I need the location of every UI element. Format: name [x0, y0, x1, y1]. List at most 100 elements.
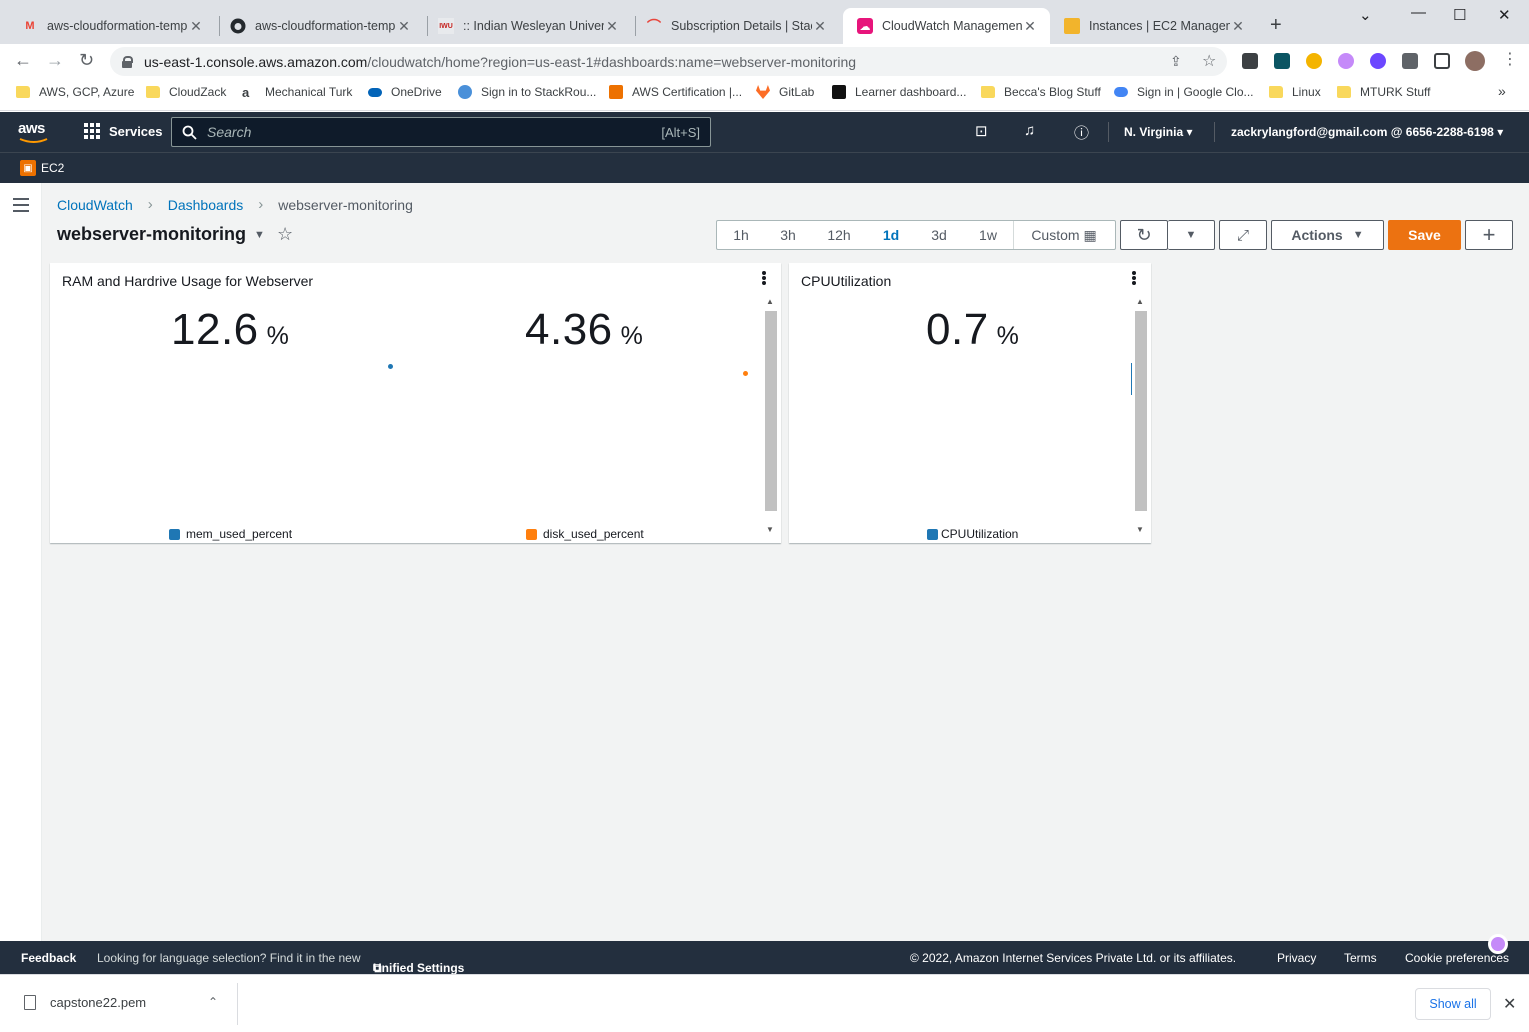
browser-tab-stackroute[interactable]: ⌒ Subscription Details | Stack ✕ [632, 8, 840, 44]
close-downloads-icon[interactable]: ✕ [1503, 994, 1516, 1014]
favorite-star-icon[interactable]: ☆ [277, 224, 293, 245]
reading-list-icon[interactable] [1434, 53, 1450, 69]
time-range-12h[interactable]: 12h [811, 227, 867, 243]
dashboard-switcher-caret-icon[interactable]: ▼ [254, 229, 265, 241]
tab-close-icon[interactable]: ✕ [188, 18, 204, 35]
aws-logo[interactable]: aws [18, 120, 52, 144]
scroll-up-icon[interactable]: ▲ [1136, 297, 1144, 306]
time-range-1h[interactable]: 1h [717, 227, 765, 243]
privacy-link[interactable]: Privacy [1277, 951, 1316, 965]
help-icon[interactable]: ⓘ [1074, 122, 1089, 143]
minimize-window-icon[interactable]: — [1411, 4, 1426, 21]
address-bar[interactable]: us-east-1.console.aws.amazon.com/cloudwa… [110, 47, 1227, 76]
cloudshell-icon[interactable]: ⊡ [975, 122, 988, 140]
region-selector[interactable]: N. Virginia ▾ [1124, 125, 1193, 139]
chevron-up-icon[interactable]: ⌃ [208, 995, 218, 1009]
services-menu-button[interactable]: Services [84, 123, 163, 139]
time-range-3d[interactable]: 3d [915, 227, 963, 243]
bookmarks-overflow-button[interactable]: » [1498, 83, 1506, 99]
back-icon[interactable]: ← [14, 50, 32, 71]
widget-menu-icon[interactable] [762, 271, 766, 286]
console-footer: Feedback Looking for language selection?… [0, 934, 1529, 975]
bookmark-beccas-blog[interactable]: Becca's Blog Stuff [981, 85, 1101, 99]
widget-ram-hardrive: RAM and Hardrive Usage for Webserver 12.… [50, 263, 781, 543]
feedback-link[interactable]: Feedback [21, 951, 76, 965]
tab-close-icon[interactable]: ✕ [1230, 18, 1246, 35]
tab-close-icon[interactable]: ✕ [1022, 18, 1038, 35]
scroll-down-icon[interactable]: ▼ [1136, 525, 1144, 534]
reload-icon[interactable]: ↻ [79, 50, 94, 71]
widget-menu-icon[interactable] [1132, 271, 1136, 286]
legend-item-disk[interactable]: disk_used_percent [526, 527, 644, 541]
bookmark-mechanical-turk[interactable]: a Mechanical Turk [242, 85, 352, 100]
browser-tab-ec2[interactable]: Instances | EC2 Manageme ✕ [1050, 8, 1258, 44]
hamburger-menu-icon[interactable] [13, 198, 29, 216]
time-range-1d[interactable]: 1d [867, 227, 915, 243]
bookmark-google-cloud[interactable]: Sign in | Google Clo... [1114, 85, 1254, 99]
maximize-icon[interactable]: ☐ [1453, 6, 1466, 24]
actions-dropdown[interactable]: Actions ▼ [1271, 220, 1384, 250]
bookmark-onedrive[interactable]: OneDrive [368, 85, 442, 99]
notifications-bell-icon[interactable]: ♫ [1024, 122, 1035, 139]
refresh-button[interactable]: ↻ [1120, 220, 1168, 250]
password-manager-icon[interactable] [1242, 53, 1258, 69]
gmail-icon: M [25, 20, 35, 32]
stackroute-icon: ⌒ [647, 18, 661, 34]
add-widget-button[interactable]: + [1465, 220, 1513, 250]
scrollbar-thumb[interactable] [1135, 311, 1147, 511]
profile-avatar[interactable] [1465, 51, 1485, 71]
browser-tab-gmail[interactable]: M aws-cloudformation-templ ✕ [8, 8, 216, 44]
bookmark-aws-certification[interactable]: AWS Certification |... [609, 85, 742, 99]
assistant-bubble-icon[interactable] [1488, 934, 1508, 954]
bookmark-star-icon[interactable]: ☆ [1202, 51, 1216, 71]
bookmark-learner-dashboard[interactable]: Learner dashboard... [832, 85, 966, 99]
assistant-extension-icon[interactable] [1338, 53, 1354, 69]
scrollbar-thumb[interactable] [765, 311, 777, 511]
bookmark-aws-gcp-azure[interactable]: AWS, GCP, Azure [16, 85, 134, 99]
minimize-icon[interactable]: ⌄ [1359, 6, 1372, 24]
fullscreen-button[interactable]: ⤢ [1219, 220, 1267, 250]
refresh-options-button[interactable]: ▼ [1168, 220, 1215, 250]
bookmark-gitlab[interactable]: GitLab [756, 85, 814, 99]
browser-tab-github[interactable]: aws-cloudformation-templ ✕ [216, 8, 424, 44]
mts-extension-icon[interactable] [1274, 53, 1290, 69]
browser-tab-iwu[interactable]: IWU :: Indian Wesleyan Universit ✕ [424, 8, 632, 44]
scroll-up-icon[interactable]: ▲ [766, 297, 774, 306]
google-cloud-icon [1114, 87, 1128, 97]
legend-item-cpu[interactable]: CPUUtilization [927, 527, 1018, 541]
bookmark-mturk-stuff[interactable]: MTURK Stuff [1337, 85, 1430, 99]
tab-close-icon[interactable]: ✕ [812, 18, 828, 35]
bookmark-linux[interactable]: Linux [1269, 85, 1321, 99]
breadcrumb-cloudwatch[interactable]: CloudWatch [57, 197, 133, 213]
widget-scrollbar[interactable]: ▲ ▼ [763, 295, 777, 539]
scroll-down-icon[interactable]: ▼ [766, 525, 774, 534]
search-input[interactable]: Search [Alt+S] [171, 117, 711, 147]
legend-item-mem[interactable]: mem_used_percent [169, 527, 292, 541]
browser-menu-icon[interactable]: ⋮ [1502, 49, 1518, 69]
terms-link[interactable]: Terms [1344, 951, 1377, 965]
show-all-downloads-button[interactable]: Show all [1415, 988, 1491, 1020]
breadcrumb-dashboards[interactable]: Dashboards [168, 197, 244, 213]
time-range-1w[interactable]: 1w [963, 227, 1013, 243]
gitlab-icon [756, 85, 770, 99]
new-tab-button[interactable]: + [1270, 14, 1282, 37]
bookmark-stackroute[interactable]: Sign in to StackRou... [458, 85, 596, 99]
close-window-icon[interactable]: ✕ [1498, 6, 1511, 24]
tab-close-icon[interactable]: ✕ [604, 18, 620, 35]
browser-tab-cloudwatch[interactable]: ☁ CloudWatch Management ✕ [843, 8, 1050, 44]
ec2-shortcut[interactable]: EC2 [41, 161, 64, 175]
aws-cert-icon [609, 85, 623, 99]
coin-extension-icon[interactable] [1306, 53, 1322, 69]
download-item[interactable]: capstone22.pem [24, 995, 146, 1010]
time-range-3h[interactable]: 3h [765, 227, 811, 243]
u-extension-icon[interactable] [1370, 53, 1386, 69]
tab-close-icon[interactable]: ✕ [396, 18, 412, 35]
widget-scrollbar[interactable]: ▲ ▼ [1133, 295, 1147, 539]
share-icon[interactable]: ⇪ [1170, 53, 1182, 70]
time-range-custom[interactable]: Custom ▦ [1014, 227, 1114, 244]
account-menu[interactable]: zackrylangford@gmail.com @ 6656-2288-619… [1231, 125, 1503, 139]
extensions-puzzle-icon[interactable] [1402, 53, 1418, 69]
save-button[interactable]: Save [1388, 220, 1461, 250]
forward-icon[interactable]: → [46, 50, 64, 71]
bookmark-cloudzack[interactable]: CloudZack [146, 85, 226, 99]
